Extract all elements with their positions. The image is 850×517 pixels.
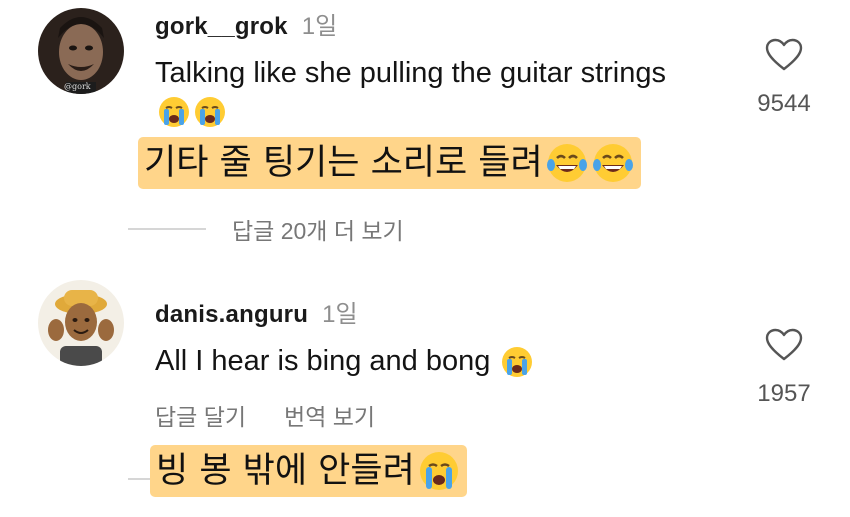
crying-face-icon <box>159 97 189 128</box>
laughing-tears-icon <box>592 144 633 182</box>
laughing-tears-icon <box>546 144 587 182</box>
username[interactable]: gork__grok <box>155 13 288 41</box>
comment-header: danis.anguru 1일 <box>155 294 358 329</box>
avatar[interactable] <box>38 280 124 366</box>
translation-text: 빙 봉 밖에 안들려 <box>156 451 415 491</box>
like-count: 1957 <box>757 380 811 407</box>
heart-icon[interactable] <box>765 38 803 72</box>
comment-text: Talking like she pulling the guitar stri… <box>155 54 675 130</box>
comment-text: All I hear is bing and bong <box>155 342 675 380</box>
like-control: 1957 <box>752 328 816 408</box>
crying-face-icon <box>419 452 458 490</box>
reply-button[interactable]: 답글 달기 <box>155 398 246 432</box>
comment-actions: 답글 달기 번역 보기 <box>155 398 375 432</box>
divider-line <box>128 228 206 230</box>
like-control: 9544 <box>752 38 816 118</box>
avatar-caption: @gork <box>64 82 91 91</box>
timestamp: 1일 <box>322 301 358 328</box>
username[interactable]: danis.anguru <box>155 301 308 329</box>
comment-2: danis.anguru 1일 All I hear is bing and b… <box>0 280 850 517</box>
crying-face-icon <box>502 347 533 378</box>
comment-header: gork__grok 1일 <box>155 6 337 41</box>
view-replies[interactable]: 답글 20개 더 보기 <box>128 212 404 246</box>
view-replies-label[interactable]: 답글 20개 더 보기 <box>232 212 404 246</box>
comment-body: Talking like she pulling the guitar stri… <box>155 57 666 89</box>
heart-icon[interactable] <box>765 328 803 362</box>
translation-highlight: 기타 줄 팅기는 소리로 들려 <box>138 137 641 189</box>
translation-text: 기타 줄 팅기는 소리로 들려 <box>144 143 543 183</box>
crying-face-icon <box>195 97 225 128</box>
comment-1: @gork gork__grok 1일 Talking like she pul… <box>0 0 850 260</box>
timestamp: 1일 <box>301 13 338 40</box>
avatar[interactable]: @gork <box>38 8 124 94</box>
translate-button[interactable]: 번역 보기 <box>284 398 375 432</box>
like-count: 9544 <box>757 90 811 117</box>
translation-highlight: 빙 봉 밖에 안들려 <box>150 445 467 497</box>
comment-body: All I hear is bing and bong <box>155 345 491 377</box>
